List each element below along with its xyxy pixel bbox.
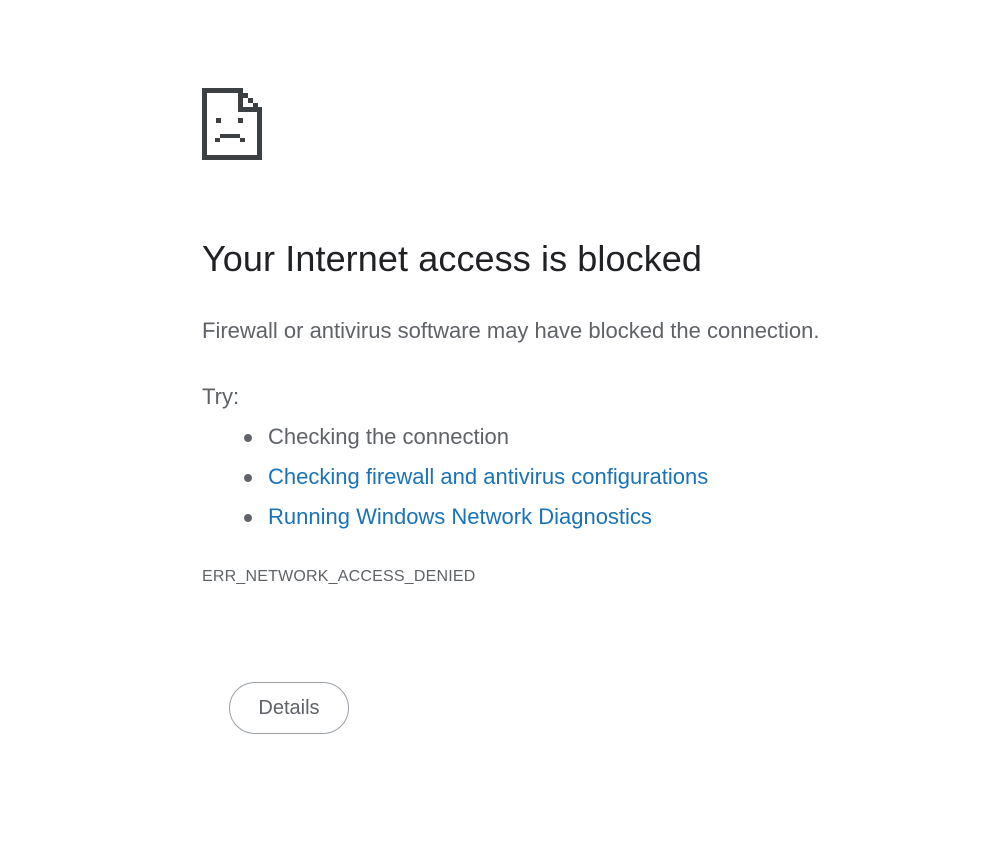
suggestion-check-connection: Checking the connection <box>202 420 708 460</box>
error-code: ERR_NETWORK_ACCESS_DENIED <box>202 568 476 585</box>
check-firewall-link[interactable]: Checking firewall and antivirus configur… <box>268 464 708 489</box>
bullet-icon <box>244 514 252 522</box>
sad-page-icon <box>202 88 262 160</box>
bullet-icon <box>244 474 252 482</box>
details-button[interactable]: Details <box>229 682 349 734</box>
error-message: Firewall or antivirus software may have … <box>202 318 820 343</box>
error-page: Your Internet access is blocked Firewall… <box>0 0 1004 858</box>
suggestion-check-firewall: Checking firewall and antivirus configur… <box>202 460 708 500</box>
error-title: Your Internet access is blocked <box>202 238 703 279</box>
try-label: Try: <box>202 384 240 409</box>
suggestions-list: Checking the connection Checking firewal… <box>202 420 708 540</box>
suggestion-network-diagnostics: Running Windows Network Diagnostics <box>202 500 708 540</box>
bullet-icon <box>244 434 252 442</box>
network-diagnostics-link[interactable]: Running Windows Network Diagnostics <box>268 504 652 529</box>
suggestion-text: Checking the connection <box>268 424 509 449</box>
